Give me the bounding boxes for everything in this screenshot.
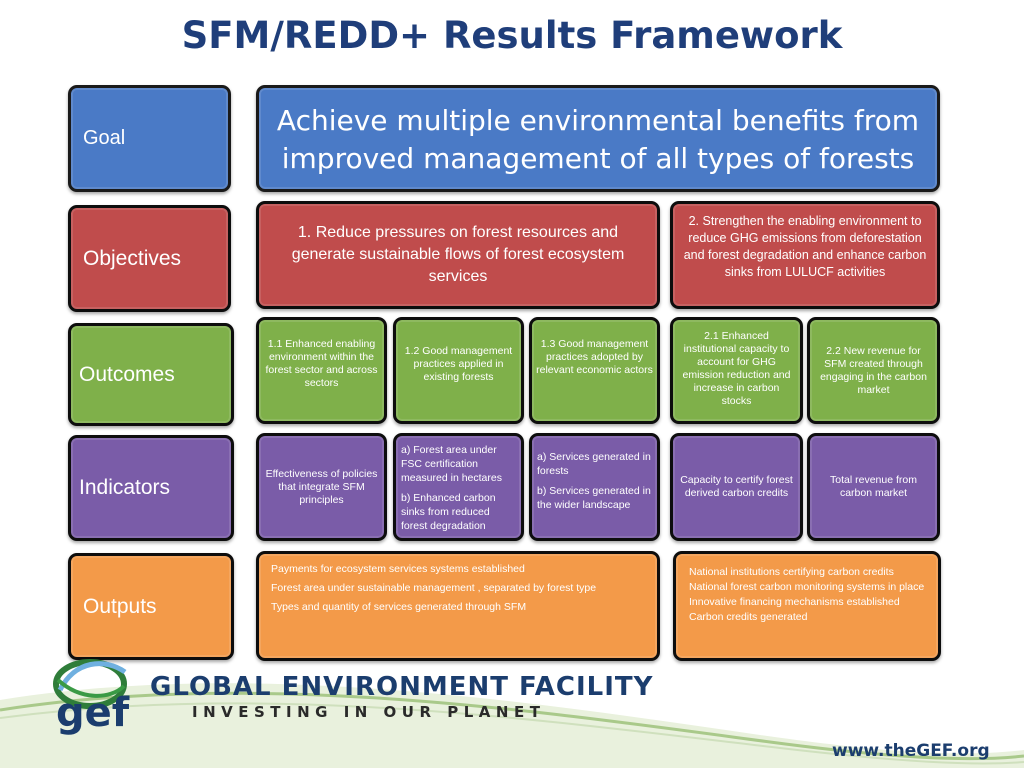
output-left-item: Payments for ecosystem services systems … [271, 563, 525, 575]
gef-logo-text: gef [56, 690, 130, 736]
objective-1-box: 1. Reduce pressures on forest resources … [256, 201, 660, 309]
indicator-1-1-text: Effectiveness of policies that integrate… [265, 467, 378, 506]
indicator-1-2a-text: a) Forest area under FSC certification m… [401, 444, 502, 484]
indicator-2-1-text: Capacity to certify forest derived carbo… [680, 474, 793, 499]
outcome-1-2-box: 1.2 Good management practices applied in… [393, 317, 524, 424]
indicator-1-2b-text: b) Enhanced carbon sinks from reduced fo… [401, 492, 496, 532]
outcome-1-1-text: 1.1 Enhanced enabling environment within… [265, 338, 378, 389]
outcome-1-3-box: 1.3 Good management practices adopted by… [529, 317, 660, 424]
website-link[interactable]: www.theGEF.org [832, 741, 990, 761]
goal-label: Goal [83, 127, 126, 149]
indicator-2-1-box: Capacity to certify forest derived carbo… [670, 433, 803, 541]
org-name: GLOBAL ENVIRONMENT FACILITY [150, 672, 654, 702]
goal-label-box: Goal [68, 85, 231, 192]
indicator-2-2-box: Total revenue from carbon market [807, 433, 940, 541]
objective-2-text: 2. Strengthen the enabling environment t… [683, 214, 927, 279]
indicator-1-3b-text: b) Services generated in the wider lands… [537, 485, 651, 511]
page-title: SFM/REDD+ Results Framework [181, 14, 843, 57]
outcome-2-1-box: 2.1 Enhanced institutional capacity to a… [670, 317, 803, 424]
indicator-1-3-box: a) Services generated in forests b) Serv… [529, 433, 660, 541]
outcomes-label-box: Outcomes [68, 323, 234, 426]
indicators-label: Indicators [79, 476, 171, 499]
output-right-item: Carbon credits generated [689, 611, 808, 623]
output-left-item: Types and quantity of services generated… [271, 601, 527, 613]
output-right-item: National forest carbon monitoring system… [689, 581, 925, 593]
objective-1-text: 1. Reduce pressures on forest resources … [291, 224, 625, 285]
outcome-1-3-text: 1.3 Good management practices adopted by… [536, 338, 653, 376]
indicator-1-1-box: Effectiveness of policies that integrate… [256, 433, 387, 541]
outcome-2-2-box: 2.2 New revenue for SFM created through … [807, 317, 940, 424]
indicator-1-3a-text: a) Services generated in forests [537, 451, 651, 477]
outcomes-label: Outcomes [79, 362, 175, 386]
goal-text: Achieve multiple environmental benefits … [276, 104, 920, 175]
objectives-label-box: Objectives [68, 205, 231, 312]
objectives-label: Objectives [83, 246, 182, 270]
outcome-2-1-text: 2.1 Enhanced institutional capacity to a… [682, 330, 791, 407]
goal-box: Achieve multiple environmental benefits … [256, 85, 940, 192]
outcome-2-2-text: 2.2 New revenue for SFM created through … [820, 345, 927, 396]
objective-2-box: 2. Strengthen the enabling environment t… [670, 201, 940, 309]
indicators-label-box: Indicators [68, 435, 234, 541]
outcome-1-2-text: 1.2 Good management practices applied in… [404, 345, 513, 383]
outcome-1-1-box: 1.1 Enhanced enabling environment within… [256, 317, 387, 424]
output-right-item: National institutions certifying carbon … [689, 566, 894, 578]
outputs-label: Outputs [83, 594, 157, 618]
indicator-2-2-text: Total revenue from carbon market [830, 474, 917, 499]
output-right-item: Innovative financing mechanisms establis… [689, 596, 900, 608]
org-tagline: INVESTING IN OUR PLANET [192, 703, 546, 721]
indicator-1-2-box: a) Forest area under FSC certification m… [393, 433, 524, 541]
output-left-item: Forest area under sustainable management… [271, 582, 597, 594]
